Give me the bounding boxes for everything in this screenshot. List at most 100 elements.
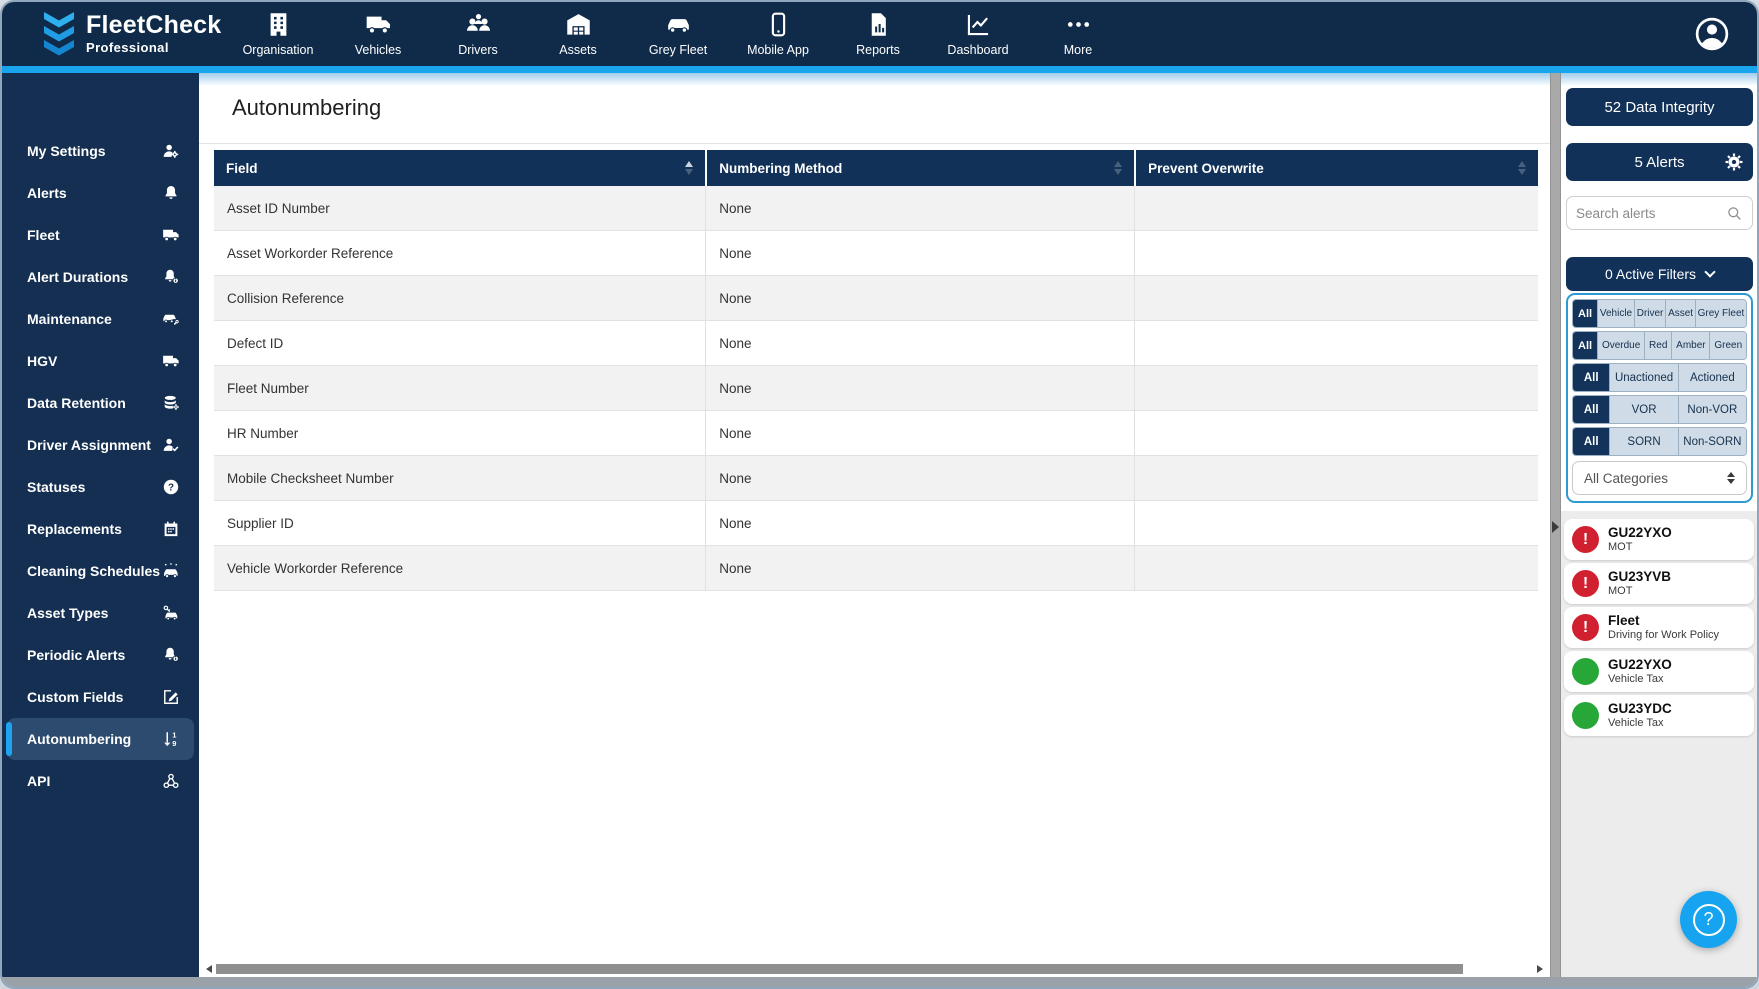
cell-field: Collision Reference bbox=[227, 290, 345, 306]
sidebar-item-maintenance[interactable]: Maintenance bbox=[7, 298, 194, 340]
calendar-icon bbox=[162, 520, 180, 538]
question-mark-icon: ? bbox=[1692, 903, 1725, 936]
filter-chip-all[interactable]: All bbox=[1573, 396, 1610, 423]
filter-chip-all[interactable]: All bbox=[1573, 300, 1598, 327]
table-row[interactable]: Fleet Number None bbox=[214, 366, 1538, 411]
alerts-button[interactable]: 5 Alerts bbox=[1566, 143, 1753, 181]
alert-card-gu23ydc-vehicle-tax[interactable]: GU23YDC Vehicle Tax bbox=[1564, 695, 1754, 736]
sidebar-item-driver-assignment[interactable]: Driver Assignment bbox=[7, 424, 194, 466]
sidebar-item-asset-types[interactable]: Asset Types bbox=[7, 592, 194, 634]
table-row[interactable]: Asset ID Number None bbox=[214, 186, 1538, 231]
cell-field: Fleet Number bbox=[227, 380, 309, 396]
filter-chip-non-sorn[interactable]: Non-SORN bbox=[1677, 428, 1746, 455]
sidebar-item-custom-fields[interactable]: Custom Fields bbox=[7, 676, 194, 718]
sidebar-item-statuses[interactable]: Statuses bbox=[7, 466, 194, 508]
filter-chip-sorn[interactable]: SORN bbox=[1609, 428, 1678, 455]
scrollbar-thumb[interactable] bbox=[216, 963, 1463, 974]
topnav-item-dashboard[interactable]: Dashboard bbox=[928, 11, 1028, 57]
alert-card-gu22yxo-vehicle-tax[interactable]: GU22YXO Vehicle Tax bbox=[1564, 651, 1754, 692]
sidebar-item-label: Alerts bbox=[27, 185, 67, 201]
alert-card-gu23yvb-mot[interactable]: ! GU23YVB MOT bbox=[1564, 563, 1754, 604]
sidebar-item-alert-durations[interactable]: Alert Durations bbox=[7, 256, 194, 298]
sidebar-item-data-retention[interactable]: Data Retention bbox=[7, 382, 194, 424]
column-header-prevent-overwrite[interactable]: Prevent Overwrite bbox=[1134, 150, 1538, 186]
sidebar-item-label: Driver Assignment bbox=[27, 437, 151, 453]
sidebar-item-cleaning-schedules[interactable]: Cleaning Schedules bbox=[7, 550, 194, 592]
alert-card-fleet-driving-for-work-policy[interactable]: ! Fleet Driving for Work Policy bbox=[1564, 607, 1754, 648]
accent-bar bbox=[2, 66, 1757, 73]
search-input[interactable] bbox=[1576, 205, 1726, 221]
panel-collapse-handle-icon[interactable] bbox=[1552, 521, 1559, 533]
cell-field: Mobile Checksheet Number bbox=[227, 470, 394, 486]
alert-title: GU22YXO bbox=[1608, 656, 1672, 672]
sidebar-item-autonumbering[interactable]: Autonumbering bbox=[6, 718, 194, 760]
filter-chip-actioned[interactable]: Actioned bbox=[1677, 364, 1746, 391]
table-row[interactable]: Defect ID None bbox=[214, 321, 1538, 366]
alert-subtitle: Vehicle Tax bbox=[1608, 716, 1664, 729]
column-header-field[interactable]: Field bbox=[214, 150, 705, 186]
filter-chip-all[interactable]: All bbox=[1573, 332, 1598, 359]
cell-prevent-overwrite bbox=[1134, 186, 1538, 230]
table-row[interactable]: Vehicle Workorder Reference None bbox=[214, 546, 1538, 591]
filter-chip-vehicle[interactable]: Vehicle bbox=[1597, 300, 1634, 327]
sidebar-item-api[interactable]: API bbox=[7, 760, 194, 802]
filter-chip-asset[interactable]: Asset bbox=[1665, 300, 1695, 327]
scroll-left-icon[interactable] bbox=[206, 964, 212, 973]
filter-chip-grey-fleet[interactable]: Grey Fleet bbox=[1694, 300, 1746, 327]
table-row[interactable]: HR Number None bbox=[214, 411, 1538, 456]
sidebar-item-periodic-alerts[interactable]: Periodic Alerts bbox=[7, 634, 194, 676]
sidebar-item-hgv[interactable]: HGV bbox=[7, 340, 194, 382]
topnav-item-more[interactable]: More bbox=[1028, 11, 1128, 57]
table-row[interactable]: Supplier ID None bbox=[214, 501, 1538, 546]
filter-rows: All Vehicle Driver Asset Grey Fleet All Overdu… bbox=[1572, 299, 1747, 456]
table-row[interactable]: Collision Reference None bbox=[214, 276, 1538, 321]
column-header-numbering-method[interactable]: Numbering Method bbox=[705, 150, 1134, 186]
filter-chip-overdue[interactable]: Overdue bbox=[1597, 332, 1645, 359]
sidebar-item-label: HGV bbox=[27, 353, 58, 369]
user-avatar-button[interactable] bbox=[1693, 15, 1731, 53]
filter-chip-green[interactable]: Green bbox=[1709, 332, 1746, 359]
categories-select[interactable]: All Categories bbox=[1572, 461, 1747, 495]
active-filters-button[interactable]: 0 Active Filters bbox=[1566, 257, 1753, 291]
topnav-item-drivers[interactable]: Drivers bbox=[428, 11, 528, 57]
sidebar-item-label: Custom Fields bbox=[27, 689, 124, 705]
filter-chip-unactioned[interactable]: Unactioned bbox=[1609, 364, 1678, 391]
topnav-item-assets[interactable]: Assets bbox=[528, 11, 628, 57]
data-integrity-button[interactable]: 52 Data Integrity bbox=[1566, 88, 1753, 126]
filter-chip-red[interactable]: Red bbox=[1644, 332, 1672, 359]
alert-status-green-icon bbox=[1572, 702, 1599, 729]
alert-title: Fleet bbox=[1608, 612, 1640, 628]
sidebar-item-fleet[interactable]: Fleet bbox=[7, 214, 194, 256]
topnav-item-vehicles[interactable]: Vehicles bbox=[328, 11, 428, 57]
help-button[interactable]: ? bbox=[1680, 891, 1737, 948]
filter-chip-amber[interactable]: Amber bbox=[1671, 332, 1710, 359]
horizontal-scrollbar[interactable] bbox=[202, 962, 1547, 975]
table-header: Field Numbering Method Prevent Overwrite bbox=[214, 150, 1538, 186]
scroll-right-icon[interactable] bbox=[1537, 964, 1543, 973]
sidebar-item-my-settings[interactable]: My Settings bbox=[7, 130, 194, 172]
topnav-item-grey-fleet[interactable]: Grey Fleet bbox=[628, 11, 728, 57]
topnav-item-label: Reports bbox=[856, 43, 900, 57]
filter-chip-non-vor[interactable]: Non-VOR bbox=[1677, 396, 1746, 423]
cell-numbering-method: None bbox=[705, 501, 1134, 545]
table-row[interactable]: Asset Workorder Reference None bbox=[214, 231, 1538, 276]
table-body: Asset ID Number None Asset Workorder Ref… bbox=[214, 186, 1538, 591]
topnav-item-reports[interactable]: Reports bbox=[828, 11, 928, 57]
sidebar-item-replacements[interactable]: Replacements bbox=[7, 508, 194, 550]
sidebar-item-alerts[interactable]: Alerts bbox=[7, 172, 194, 214]
topnav-item-mobile-app[interactable]: Mobile App bbox=[728, 11, 828, 57]
filter-chip-vor[interactable]: VOR bbox=[1609, 396, 1678, 423]
alert-card-gu22yxo-mot[interactable]: ! GU22YXO MOT bbox=[1564, 519, 1754, 560]
filter-chip-driver[interactable]: Driver bbox=[1633, 300, 1666, 327]
table-row[interactable]: Mobile Checksheet Number None bbox=[214, 456, 1538, 501]
filter-chip-all[interactable]: All bbox=[1573, 364, 1610, 391]
cell-numbering-method: None bbox=[705, 366, 1134, 410]
filter-chip-all[interactable]: All bbox=[1573, 428, 1610, 455]
alert-status-red-icon: ! bbox=[1572, 526, 1599, 553]
top-glow bbox=[1561, 73, 1757, 86]
alert-status-green-icon bbox=[1572, 658, 1599, 685]
gear-icon[interactable] bbox=[1724, 152, 1744, 172]
panel-splitter[interactable] bbox=[1550, 73, 1561, 977]
fleetcheck-logo[interactable]: FleetCheck Professional bbox=[42, 11, 221, 57]
topnav-item-organisation[interactable]: Organisation bbox=[228, 11, 328, 57]
